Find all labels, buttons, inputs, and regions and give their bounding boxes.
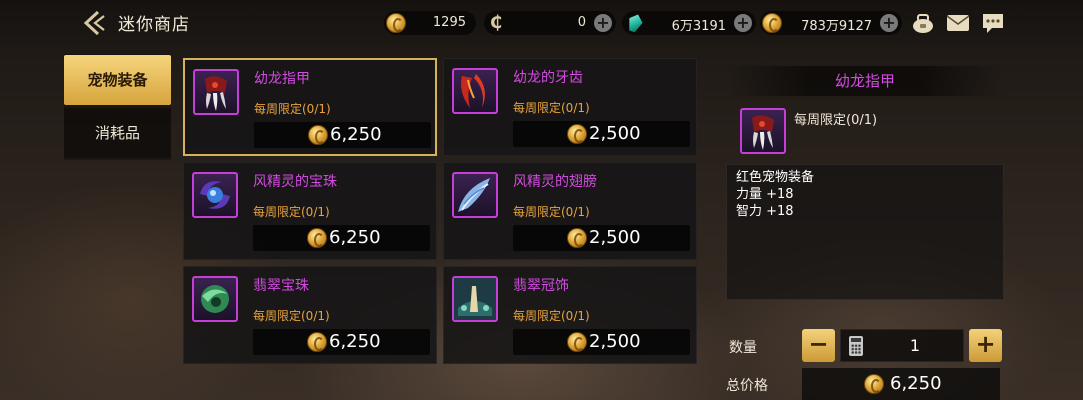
gold-coin-icon [762,13,782,33]
item-weekly-limit: 每周限定(0/1) [513,205,590,219]
tab-consumables[interactable]: 消耗品 [64,108,171,158]
currency-value: 1295 [432,15,466,30]
item-weekly-limit: 每周限定(0/1) [253,309,330,323]
gold-coin-icon [386,13,406,33]
top-bar: 迷你商店 1295 ₵ 0 + 6万3191 + 783万9127 + [0,0,1083,46]
item-price: 6,250 [253,329,430,355]
price-value: 6,250 [330,124,382,145]
currency-value: 0 [577,15,586,30]
jade-orb-icon [192,276,238,322]
shop-item-card[interactable]: 幼龙的牙齿 每周限定(0/1) 2,500 [443,58,697,156]
increase-quantity-button[interactable]: + [969,329,1002,362]
item-detail-panel: 幼龙指甲 每周限定(0/1) 红色宠物装备 力量 +18 智力 +18 [726,66,1004,302]
mail-icon[interactable] [946,12,970,34]
currency-gold-small: 1295 [384,11,476,35]
item-price: 6,250 [254,122,431,148]
item-price: 2,500 [513,329,690,355]
detail-title: 幼龙指甲 [726,66,1004,96]
item-name: 幼龙的牙齿 [513,70,583,86]
dragon-claw-icon [193,69,239,115]
back-arrow-icon [83,10,105,36]
price-value: 2,500 [589,227,641,248]
gold-coin-icon [307,228,327,248]
item-description: 红色宠物装备 力量 +18 智力 +18 [726,164,1004,300]
wind-orb-icon [192,172,238,218]
item-price: 2,500 [513,225,690,251]
price-value: 2,500 [589,123,641,144]
detail-weekly-limit: 每周限定(0/1) [794,113,878,128]
back-button[interactable] [80,9,108,37]
currency-value: 783万9127 [801,19,872,34]
item-price: 6,250 [253,225,430,251]
dragon-claw-icon [740,108,786,154]
quantity-field[interactable]: 1 [840,329,964,362]
gold-coin-icon [567,124,587,144]
tab-pet-equipment[interactable]: 宠物装备 [64,55,171,105]
item-weekly-limit: 每周限定(0/1) [254,102,331,116]
wind-wing-icon [452,172,498,218]
add-gold-button[interactable]: + [880,14,898,32]
add-emerald-button[interactable]: + [734,14,752,32]
quantity-value: 1 [909,336,921,355]
price-value: 2,500 [589,331,641,352]
item-name: 翡翠冠饰 [513,278,569,294]
shop-item-card[interactable]: 翡翠冠饰 每周限定(0/1) 2,500 [443,266,697,364]
currency-value: 6万3191 [671,19,726,34]
currency-emerald: 6万3191 + [622,11,756,35]
decrease-quantity-button[interactable]: − [802,329,835,362]
item-name: 幼龙指甲 [254,71,310,87]
chat-icon[interactable] [981,12,1005,34]
item-weekly-limit: 每周限定(0/1) [253,205,330,219]
item-name: 风精灵的翅膀 [513,174,597,190]
gold-coin-icon [307,332,327,352]
shop-item-card[interactable]: 风精灵的宝珠 每周限定(0/1) 6,250 [183,162,437,260]
currency-c-token: ₵ 0 + [484,11,616,35]
shop-item-card[interactable]: 风精灵的翅膀 每周限定(0/1) 2,500 [443,162,697,260]
add-c-token-button[interactable]: + [594,14,612,32]
gold-coin-icon [567,228,587,248]
gold-coin-icon [308,125,328,145]
description-line: 力量 +18 [736,187,794,202]
description-line: 智力 +18 [736,204,794,219]
price-value: 6,250 [329,227,381,248]
item-price: 2,500 [513,121,690,147]
gold-coin-icon [864,374,884,394]
description-line: 红色宠物装备 [736,170,815,185]
quantity-label: 数量 [729,340,757,356]
shop-item-card[interactable]: 翡翠宝珠 每周限定(0/1) 6,250 [183,266,437,364]
dragon-fang-icon [452,68,498,114]
emerald-gem-icon [625,12,644,34]
jade-crest-icon [452,276,498,322]
item-name: 翡翠宝珠 [253,278,309,294]
price-value: 6,250 [329,331,381,352]
total-price-label: 总价格 [726,378,768,394]
total-price-value: 6,250 [890,373,942,394]
item-name: 风精灵的宝珠 [253,174,337,190]
item-weekly-limit: 每周限定(0/1) [513,309,590,323]
shop-item-card[interactable]: 幼龙指甲 每周限定(0/1) 6,250 [183,58,437,156]
item-weekly-limit: 每周限定(0/1) [513,101,590,115]
currency-gold-large: 783万9127 + [760,11,902,35]
page-title: 迷你商店 [118,15,190,35]
c-token-icon: ₵ [489,12,503,33]
gold-coin-icon [567,332,587,352]
bag-icon[interactable] [911,12,935,34]
total-price: 6,250 [802,368,1000,400]
